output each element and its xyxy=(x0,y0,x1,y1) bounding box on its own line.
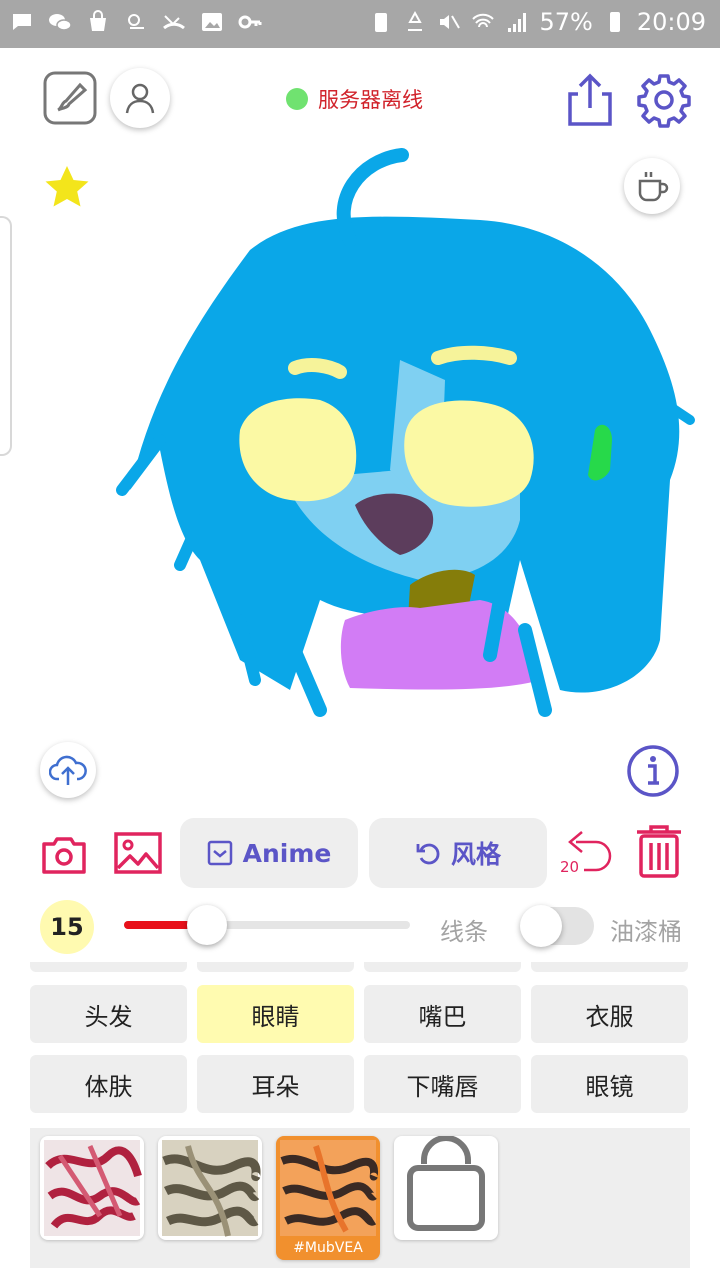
anime-generate-button[interactable]: Anime xyxy=(180,818,358,888)
style-preset-tag: #MubVEA xyxy=(293,1240,363,1256)
info-button[interactable] xyxy=(626,744,680,798)
coffee-cup-icon xyxy=(638,172,669,202)
parts-grid: 头发 眼睛 嘴巴 衣服 体肤 耳朵 下嘴唇 眼镜 xyxy=(0,962,720,1127)
style-thumbnail-image xyxy=(162,1140,261,1237)
weather-icon xyxy=(124,10,148,34)
camera-button[interactable] xyxy=(40,830,88,878)
checkbox-icon xyxy=(207,840,232,866)
server-status: 服务器离线 xyxy=(286,84,423,114)
part-button-skin[interactable]: 体肤 xyxy=(30,1055,187,1113)
image-icon xyxy=(114,832,162,874)
part-button-glasses[interactable]: 眼镜 xyxy=(531,1055,688,1113)
signal-icon xyxy=(505,10,529,34)
lines-label: 线条 xyxy=(440,918,488,946)
cloud-upload-icon xyxy=(49,755,87,785)
anime-generate-label: Anime xyxy=(242,838,332,868)
delete-button[interactable] xyxy=(634,824,684,880)
star-icon xyxy=(45,166,89,207)
wechat-icon xyxy=(48,10,72,34)
undo-count: 20 xyxy=(560,858,580,876)
favorite-button[interactable] xyxy=(42,164,92,210)
style-label: 风格 xyxy=(450,840,501,869)
mute-icon xyxy=(437,10,461,34)
part-button-mouth[interactable]: 嘴巴 xyxy=(364,985,521,1043)
part-button-hidden[interactable] xyxy=(531,962,688,972)
part-button-clothes[interactable]: 衣服 xyxy=(531,985,688,1043)
coffee-button[interactable] xyxy=(624,158,680,214)
info-icon xyxy=(627,745,679,797)
brush-edit-icon xyxy=(43,71,97,125)
battery-percent: 57% xyxy=(539,8,593,36)
trash-icon xyxy=(637,825,681,878)
share-icon xyxy=(568,73,612,126)
recycle-icon xyxy=(403,10,427,34)
style-store-button[interactable] xyxy=(394,1136,498,1240)
server-status-dot xyxy=(286,88,308,110)
key-icon xyxy=(238,10,262,34)
shopping-bag-icon xyxy=(86,10,110,34)
edit-mode-button[interactable] xyxy=(42,70,98,126)
style-preset-red[interactable] xyxy=(40,1136,144,1240)
brush-size-thumb[interactable] xyxy=(187,905,227,945)
style-preset-orange[interactable]: #MubVEA xyxy=(276,1136,380,1260)
bucket-toggle-thumb[interactable] xyxy=(520,905,562,947)
clock: 20:09 xyxy=(636,8,706,36)
missed-call-icon xyxy=(162,10,186,34)
user-icon xyxy=(125,83,155,114)
style-button[interactable]: 风格 xyxy=(369,818,547,888)
gallery-icon xyxy=(200,10,224,34)
brush-size-badge: 15 xyxy=(40,900,94,954)
server-status-text: 服务器离线 xyxy=(318,88,423,112)
camera-icon xyxy=(42,837,86,874)
status-bar: 57% 20:09 xyxy=(0,0,720,48)
style-thumbnail-image xyxy=(44,1140,142,1236)
battery-saver-icon xyxy=(369,10,393,34)
shopping-bag-icon xyxy=(407,1136,485,1231)
bucket-label: 油漆桶 xyxy=(610,918,682,946)
message-icon xyxy=(10,10,34,34)
part-button-ears[interactable]: 耳朵 xyxy=(197,1055,354,1113)
part-button-hidden[interactable] xyxy=(30,962,187,972)
part-button-hidden[interactable] xyxy=(197,962,354,972)
undo-button[interactable]: 20 xyxy=(558,826,616,880)
style-preset-khaki[interactable] xyxy=(158,1136,262,1240)
part-button-lower-lip[interactable]: 下嘴唇 xyxy=(364,1055,521,1113)
account-button[interactable] xyxy=(110,68,170,128)
gallery-button[interactable] xyxy=(112,830,164,878)
part-button-hidden[interactable] xyxy=(364,962,521,972)
battery-icon xyxy=(603,10,627,34)
refresh-icon xyxy=(416,843,440,865)
part-button-eyes[interactable]: 眼睛 xyxy=(197,985,354,1043)
part-button-hair[interactable]: 头发 xyxy=(30,985,187,1043)
style-presets: #MubVEA xyxy=(30,1128,690,1268)
settings-button[interactable] xyxy=(636,72,692,128)
share-button[interactable] xyxy=(564,72,616,128)
drawing-canvas[interactable] xyxy=(0,140,720,800)
gear-icon xyxy=(637,74,691,128)
wifi-icon xyxy=(471,10,495,34)
anime-face-drawing xyxy=(116,148,695,717)
style-thumbnail-image xyxy=(280,1140,379,1236)
upload-button[interactable] xyxy=(40,742,96,798)
